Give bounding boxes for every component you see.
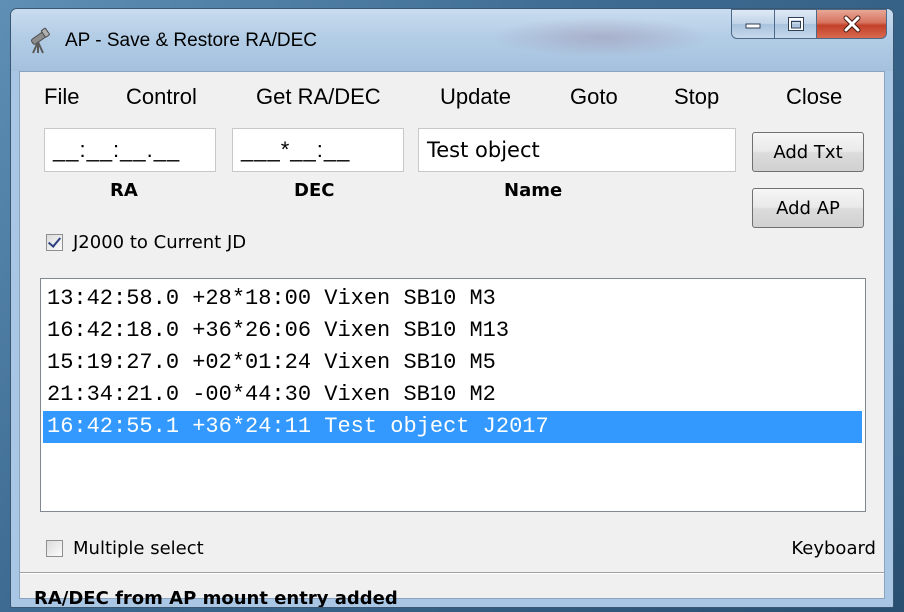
list-item[interactable]: 16:42:18.0 +36*26:06 Vixen SB10 M13 — [43, 315, 862, 347]
app-window: AP - Save & Restore RA/DEC File Control … — [10, 8, 894, 608]
dialog-client-area: File Control Get RA/DEC Update Goto Stop… — [19, 71, 885, 607]
keyboard-link[interactable]: Keyboard — [791, 538, 876, 559]
telescope-app-icon — [31, 27, 50, 54]
list-item[interactable]: 21:34:21.0 -00*44:30 Vixen SB10 M2 — [43, 379, 862, 411]
add-ap-button[interactable]: Add AP — [752, 188, 864, 228]
list-item-selected[interactable]: 16:42:55.1 +36*24:11 Test object J2017 — [43, 411, 862, 443]
maximize-button[interactable] — [775, 9, 817, 39]
menu-goto[interactable]: Goto — [570, 84, 618, 110]
name-label: Name — [504, 180, 563, 201]
window-title: AP - Save & Restore RA/DEC — [65, 30, 318, 51]
maximize-icon — [787, 17, 804, 31]
name-input[interactable]: Test object — [418, 128, 736, 172]
menu-file[interactable]: File — [44, 84, 79, 110]
minimize-icon — [745, 23, 761, 29]
j2000-option[interactable]: J2000 to Current JD — [46, 232, 246, 253]
add-txt-button[interactable]: Add Txt — [752, 132, 864, 172]
multiple-select-option[interactable]: Multiple select — [46, 538, 204, 559]
list-item[interactable]: 15:19:27.0 +02*01:24 Vixen SB10 M5 — [43, 347, 862, 379]
multiple-select-label: Multiple select — [73, 538, 204, 559]
menu-control[interactable]: Control — [126, 84, 197, 110]
menu-stop[interactable]: Stop — [674, 84, 719, 110]
j2000-label: J2000 to Current JD — [73, 232, 247, 253]
window-controls — [731, 9, 887, 39]
menu-bar: File Control Get RA/DEC Update Goto Stop… — [20, 72, 884, 118]
title-bar[interactable]: AP - Save & Restore RA/DEC — [11, 9, 893, 71]
list-item[interactable]: 13:42:58.0 +28*18:00 Vixen SB10 M3 — [43, 283, 862, 315]
minimize-button[interactable] — [731, 9, 775, 39]
menu-update[interactable]: Update — [440, 84, 511, 110]
multiple-select-checkbox[interactable] — [46, 540, 63, 557]
close-window-button[interactable] — [817, 9, 887, 39]
status-separator — [20, 572, 884, 574]
menu-get-ra-dec[interactable]: Get RA/DEC — [256, 84, 381, 110]
menu-close[interactable]: Close — [786, 84, 842, 110]
ra-input[interactable]: __:__:__.__ — [44, 128, 216, 172]
status-text: RA/DEC from AP mount entry added — [34, 588, 398, 608]
dec-label: DEC — [294, 180, 335, 201]
saved-positions-list[interactable]: 13:42:58.0 +28*18:00 Vixen SB10 M3 16:42… — [40, 278, 866, 512]
dec-input[interactable]: ___*__:__ — [232, 128, 404, 172]
ra-label: RA — [110, 180, 138, 201]
close-icon — [843, 15, 860, 33]
j2000-checkbox[interactable] — [46, 234, 63, 251]
